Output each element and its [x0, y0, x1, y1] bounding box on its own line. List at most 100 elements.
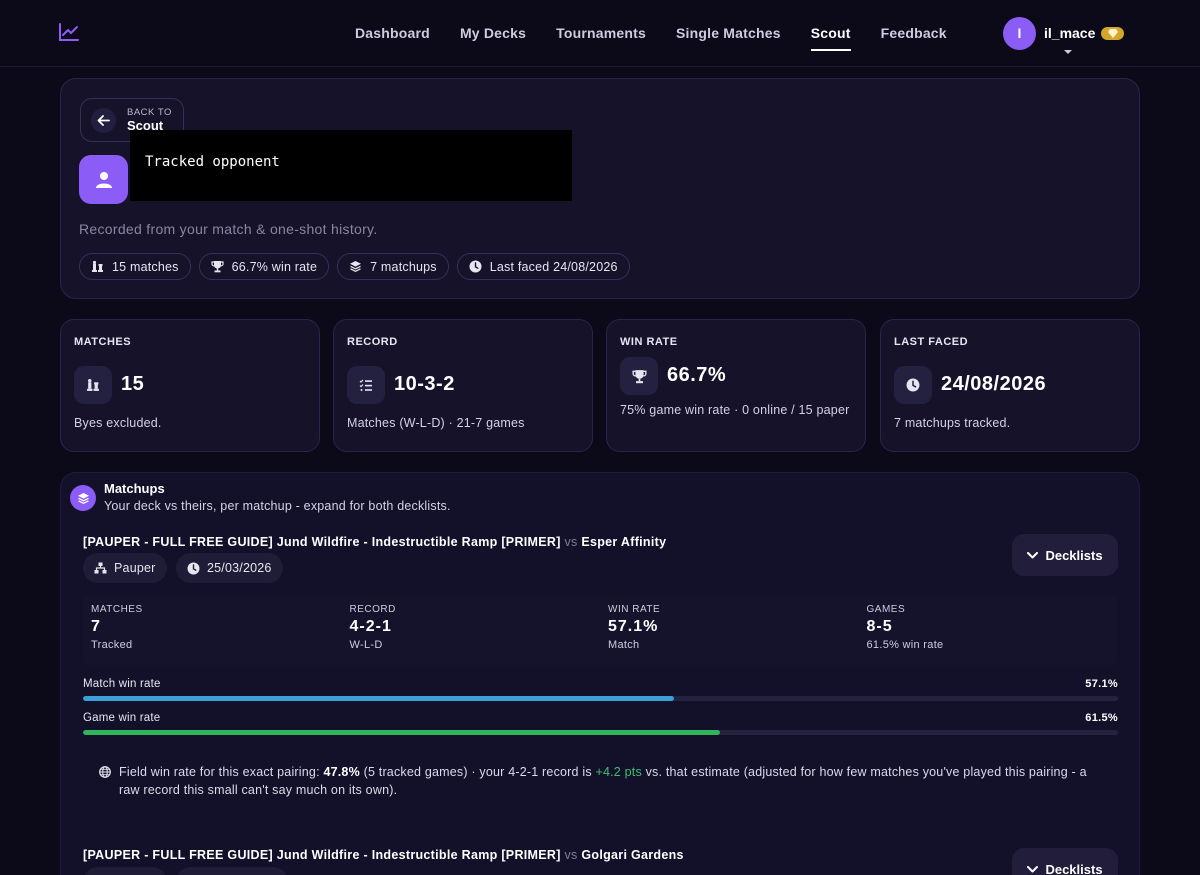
clock-icon	[469, 260, 482, 273]
stat-value: 24/08/2026	[941, 373, 1047, 395]
matchup-stat-label: WIN RATE	[608, 604, 661, 615]
stat-card-matches: MATCHES 15 Byes excluded.	[60, 319, 320, 452]
chevron-down-icon	[1027, 865, 1039, 872]
stat-label: LAST FACED	[894, 336, 969, 348]
nav-link-scout[interactable]: Scout	[810, 0, 851, 67]
top-nav: Dashboard My Decks Tournaments Single Ma…	[0, 0, 1200, 67]
summary-pills: 15 matches 66.7% win rate 7 matchups Las…	[79, 253, 638, 280]
stat-value: 10-3-2	[394, 373, 455, 395]
stat-label: MATCHES	[74, 336, 132, 348]
field-rate: 47.8%	[323, 765, 360, 779]
format-pill	[83, 867, 167, 875]
decklists-button[interactable]: Decklists	[1012, 848, 1118, 875]
trophy-icon	[620, 357, 658, 395]
globe-icon	[99, 766, 111, 778]
bar-track	[83, 730, 1118, 735]
user-menu-caret-icon[interactable]	[1064, 50, 1072, 54]
pill-matchups: 7 matchups	[337, 253, 449, 280]
layers-icon	[350, 261, 362, 273]
field-win-rate-note: Field win rate for this exact pairing: 4…	[99, 763, 1099, 799]
chess-pieces-icon	[74, 366, 112, 404]
clock-icon	[894, 366, 932, 404]
opponent-deck-name: Esper Affinity	[581, 535, 667, 549]
stat-note: 7 matchups tracked.	[894, 416, 1011, 430]
matchup-stat-label: GAMES	[866, 604, 906, 615]
matchups-section: Matchups Your deck vs theirs, per matchu…	[60, 472, 1140, 875]
matchup-stat-value: 57.1%	[608, 618, 659, 635]
matchup-stat-note: W-L-D	[349, 639, 383, 651]
decklists-label: Decklists	[1045, 547, 1103, 563]
nav-links: Dashboard My Decks Tournaments Single Ma…	[355, 0, 977, 67]
matchup-stat-note: 61.5% win rate	[866, 639, 944, 651]
gem-icon	[1101, 26, 1125, 40]
opponent-header-card: BACK TO Scout Tracked opponent Recorded …	[60, 78, 1140, 299]
stat-label: RECORD	[347, 336, 398, 348]
user-icon	[79, 155, 128, 204]
date-text: 25/03/2026	[207, 561, 272, 575]
back-label-small: BACK TO	[127, 106, 172, 118]
format-text: Pauper	[114, 561, 156, 575]
matchup-stat-matches: MATCHES 7 Tracked	[83, 593, 342, 665]
decklists-button[interactable]: Decklists	[1012, 534, 1118, 576]
pill-last-faced: Last faced 24/08/2026	[456, 253, 630, 280]
avatar: I	[1003, 16, 1036, 50]
stat-note: 75% game win rate · 0 online / 15 paper	[620, 403, 850, 417]
stat-value: 66.7%	[667, 364, 727, 386]
stat-note: Byes excluded.	[74, 416, 162, 430]
matchup-pairing: [PAUPER - FULL FREE GUIDE] Jund Wildfire…	[83, 848, 684, 862]
field-delta: +4.2 pts	[595, 765, 642, 779]
nav-link-single-matches[interactable]: Single Matches	[676, 0, 781, 67]
matchup-stat-games: GAMES 8-5 61.5% win rate	[859, 593, 1118, 665]
pill-matches: 15 matches	[79, 253, 191, 280]
clock-icon	[187, 562, 200, 574]
user-menu[interactable]: I il_mace	[1003, 16, 1125, 50]
trophy-icon	[211, 261, 224, 273]
decklists-label: Decklists	[1045, 861, 1103, 875]
matchup-stat-label: RECORD	[349, 604, 396, 615]
stat-card-last-faced: LAST FACED 24/08/2026 7 matchups tracked…	[880, 319, 1140, 452]
matchup-stat-value: 8-5	[866, 618, 893, 635]
stat-card-record: RECORD 10-3-2 Matches (W-L-D) · 21-7 gam…	[333, 319, 593, 452]
bar-label: Match win rate	[83, 678, 161, 690]
matchup-pairing: [PAUPER - FULL FREE GUIDE] Jund Wildfire…	[83, 535, 666, 549]
username: il_mace	[1044, 25, 1096, 41]
game-win-rate-bar: Game win rate 61.5%	[83, 712, 1118, 735]
vs-label: vs	[564, 535, 578, 549]
nav-link-tournaments[interactable]: Tournaments	[556, 0, 646, 67]
field-note-pre: Field win rate for this exact pairing:	[119, 765, 320, 779]
page-title: Tracked opponent	[130, 130, 572, 201]
matchup-stat-note: Tracked	[91, 639, 133, 651]
bar-fill	[83, 696, 674, 701]
stat-label: WIN RATE	[620, 336, 678, 348]
bar-label: Game win rate	[83, 712, 161, 724]
format-pill: Pauper	[83, 553, 167, 583]
chess-pieces-icon	[92, 260, 103, 272]
match-win-rate-bar: Match win rate 57.1%	[83, 678, 1118, 701]
field-note-mid: (5 tracked games) · your 4-2-1 record is	[363, 765, 592, 779]
matchup-stat-label: MATCHES	[91, 604, 143, 615]
nav-link-dashboard[interactable]: Dashboard	[355, 0, 430, 67]
pill-matchups-text: 7 matchups	[370, 259, 437, 274]
nav-link-feedback[interactable]: Feedback	[881, 0, 947, 67]
stat-value: 15	[121, 373, 145, 395]
my-deck-name: [PAUPER - FULL FREE GUIDE] Jund Wildfire…	[83, 848, 561, 862]
bar-fill	[83, 730, 720, 735]
pill-win-rate: 66.7% win rate	[198, 253, 330, 280]
opponent-deck-name: Golgari Gardens	[581, 848, 684, 862]
matchup-stat-value: 4-2-1	[349, 618, 392, 635]
nav-link-my-decks[interactable]: My Decks	[460, 0, 526, 67]
sitemap-icon	[94, 562, 107, 574]
bar-track	[83, 696, 1118, 701]
matchups-subtitle: Your deck vs theirs, per matchup - expan…	[104, 499, 451, 513]
stat-card-win-rate: WIN RATE 66.7% 75% game win rate · 0 onl…	[606, 319, 866, 452]
my-deck-name: [PAUPER - FULL FREE GUIDE] Jund Wildfire…	[83, 535, 561, 549]
matchup-stats-grid: MATCHES 7 Tracked RECORD 4-2-1 W-L-D WIN…	[83, 593, 1117, 665]
date-pill	[176, 867, 288, 875]
matchups-title: Matchups	[104, 481, 165, 496]
chart-line-icon[interactable]	[58, 22, 80, 42]
pill-matches-text: 15 matches	[112, 259, 179, 274]
layers-icon	[70, 485, 96, 511]
arrow-left-icon	[91, 107, 116, 133]
matchup-stat-win-rate: WIN RATE 57.1% Match	[600, 593, 859, 665]
bar-percent: 57.1%	[1085, 678, 1118, 690]
